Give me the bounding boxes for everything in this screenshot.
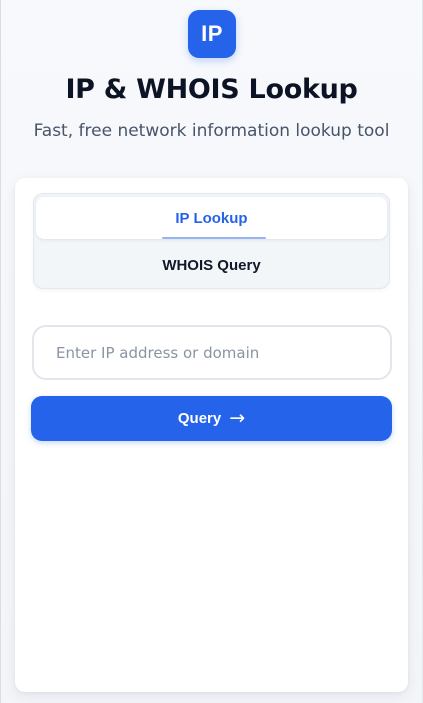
tab-label: IP Lookup [175,209,248,227]
page-subtitle: Fast, free network information lookup to… [33,121,390,141]
arrow-right-icon: → [229,407,246,429]
tab-whois-query[interactable]: WHOIS Query [36,244,387,286]
search-input[interactable] [32,325,392,380]
app-logo: IP [188,10,236,58]
tab-label: WHOIS Query [162,256,261,274]
lookup-card: IP Lookup WHOIS Query Query → [15,178,408,692]
active-tab-indicator [162,237,266,239]
page-title: IP & WHOIS Lookup [65,74,358,105]
query-button-label: Query [177,410,222,427]
query-button[interactable]: Query → [31,396,392,441]
tab-ip-lookup[interactable]: IP Lookup [36,197,387,239]
logo-text: IP [201,21,223,46]
tab-bar: IP Lookup WHOIS Query [33,193,390,289]
